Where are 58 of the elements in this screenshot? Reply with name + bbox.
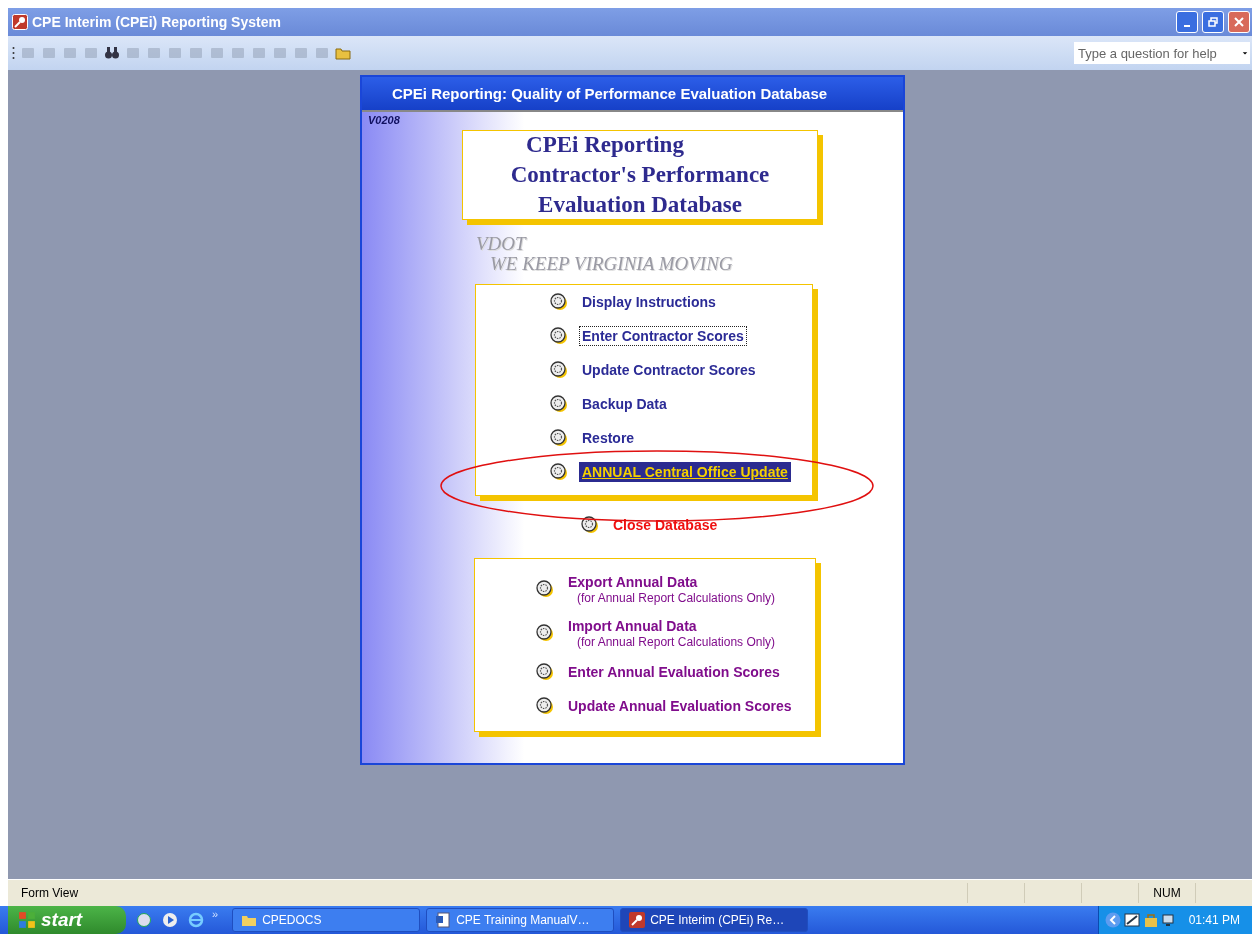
- round-button-icon[interactable]: [535, 623, 555, 643]
- logo-text: VDOT: [476, 234, 528, 254]
- round-button-icon[interactable]: [549, 292, 569, 312]
- close-icon: [1234, 17, 1244, 27]
- document-icon: [435, 912, 452, 928]
- more-button[interactable]: »: [212, 908, 219, 920]
- menu-link[interactable]: Display Instructions: [579, 292, 719, 312]
- binoculars-icon[interactable]: [104, 45, 120, 61]
- folder-icon[interactable]: [335, 45, 351, 61]
- help-search-field[interactable]: Type a question for help: [1074, 42, 1250, 64]
- heading-text: Contractor's Performance: [510, 161, 770, 189]
- restore-button[interactable]: [1202, 11, 1224, 33]
- taskbar-button[interactable]: CPE Training ManualV…: [426, 908, 615, 932]
- close-button[interactable]: [1228, 11, 1250, 33]
- flag-icon: [18, 911, 36, 929]
- globe-icon[interactable]: [136, 912, 152, 928]
- restore-icon: [1208, 17, 1218, 27]
- round-button-icon[interactable]: [549, 360, 569, 380]
- menu-link[interactable]: Enter Contractor Scores: [579, 326, 747, 346]
- status-text: Form View: [20, 886, 79, 900]
- menu-link[interactable]: Close Database: [610, 515, 721, 535]
- network-icon[interactable]: [1123, 912, 1140, 928]
- menu-link[interactable]: Import Annual Data: [565, 617, 776, 635]
- key-icon: [629, 912, 646, 928]
- round-button-icon[interactable]: [549, 394, 569, 414]
- taskbar-button[interactable]: CPE Interim (CPEi) Re…: [620, 908, 809, 932]
- grip-icon: [12, 46, 15, 60]
- form-title: CPEi Reporting: Quality of Performance Evaluation Database: [362, 77, 903, 110]
- window-title: CPE Interim (CPEi) Reporting System: [32, 14, 281, 30]
- round-button-icon[interactable]: [535, 696, 555, 716]
- taskbar-button[interactable]: CPEDOCS: [232, 908, 421, 932]
- status-indicator: NUM: [1138, 883, 1195, 903]
- version-label: V0208: [368, 114, 400, 126]
- caret-icon: [1242, 49, 1248, 57]
- round-button-icon[interactable]: [549, 326, 569, 346]
- menu-note: (for Annual Report Calculations Only): [577, 591, 776, 605]
- key-icon: [12, 14, 28, 30]
- menu-link[interactable]: Restore: [579, 428, 638, 448]
- round-button-icon[interactable]: [580, 515, 600, 535]
- heading-text: CPEi Reporting: [526, 131, 684, 159]
- menu-link[interactable]: Update Annual Evaluation Scores: [565, 697, 795, 715]
- round-button-icon[interactable]: [535, 662, 555, 682]
- menu-link[interactable]: Enter Annual Evaluation Scores: [565, 663, 783, 681]
- browser-icon[interactable]: [188, 912, 204, 928]
- menu-note: (for Annual Report Calculations Only): [577, 635, 776, 649]
- clock: 01:41 PM: [1188, 913, 1240, 927]
- round-button-icon[interactable]: [549, 462, 569, 482]
- play-icon[interactable]: [162, 912, 178, 928]
- logo-text: WE KEEP VIRGINIA MOVING: [490, 254, 734, 274]
- minimize-icon: [1184, 25, 1190, 27]
- menu-link[interactable]: ANNUAL Central Office Update: [579, 462, 791, 482]
- menu-link[interactable]: Export Annual Data: [565, 573, 776, 591]
- heading-text: Evaluation Database: [538, 191, 742, 219]
- round-button-icon[interactable]: [535, 579, 555, 599]
- minimize-button[interactable]: [1176, 11, 1198, 33]
- menu-link[interactable]: Update Contractor Scores: [579, 360, 759, 380]
- round-button-icon[interactable]: [549, 428, 569, 448]
- menu-link[interactable]: Backup Data: [579, 394, 670, 414]
